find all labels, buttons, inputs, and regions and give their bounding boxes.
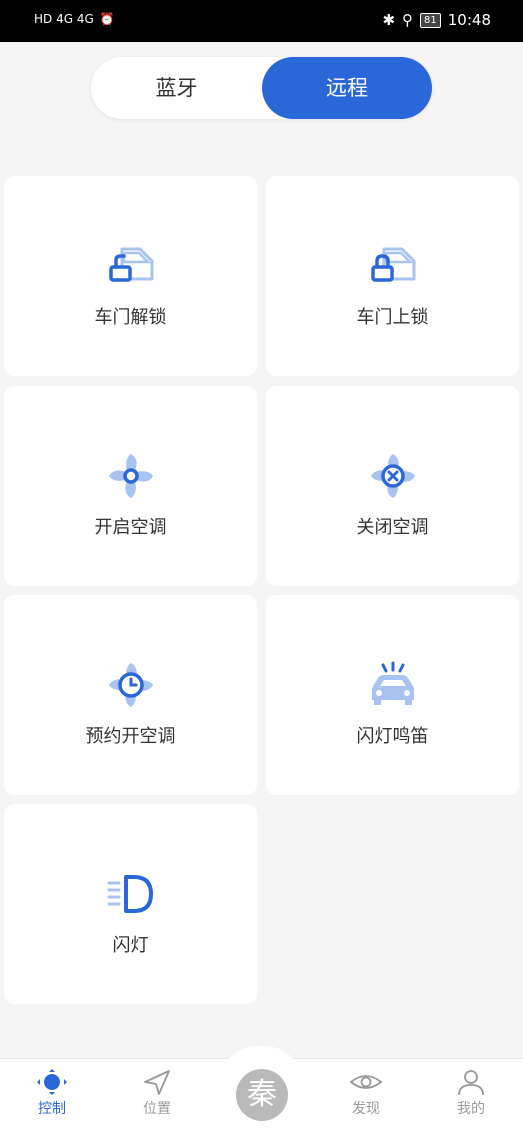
card-headlight[interactable]: 闪灯 (4, 804, 257, 1004)
flash-horn-icon (372, 661, 414, 705)
bluetooth-icon: ✱ (382, 11, 396, 29)
headlight-icon (107, 875, 153, 913)
control-icon (37, 1069, 67, 1095)
user-icon (458, 1070, 484, 1096)
card-flash-horn[interactable]: 闪灯鸣笛 (266, 595, 519, 795)
location-icon: ⚲ (402, 11, 414, 29)
door-unlock-icon (109, 247, 154, 282)
nav-label: 发现 (352, 1101, 380, 1117)
card-door-unlock[interactable]: 车门解锁 (4, 176, 257, 376)
network-indicator: HD 4G 4G (34, 12, 94, 26)
card-label: 预约开空调 (85, 726, 176, 747)
mode-bluetooth-button[interactable]: 蓝牙 (91, 57, 262, 119)
ac-schedule-icon (109, 663, 153, 707)
card-label: 开启空调 (94, 517, 167, 538)
door-lock-icon (371, 247, 416, 282)
nav-label: 我的 (457, 1101, 485, 1117)
card-label: 车门解锁 (94, 307, 167, 328)
status-bar: HD 4G 4G ⏰ ✱ ⚲ 81 10:48 (0, 0, 523, 42)
ac-on-icon (109, 454, 153, 498)
mode-remote-button[interactable]: 远程 (262, 57, 432, 119)
alarm-icon: ⏰ (99, 12, 115, 26)
battery-indicator: 81 (420, 12, 441, 28)
nav-discover[interactable]: 发现 (331, 1068, 401, 1118)
center-logo-button[interactable]: 秦 (236, 1069, 288, 1121)
card-label: 关闭空调 (356, 517, 429, 538)
card-label: 车门上锁 (356, 307, 429, 328)
nav-label: 控制 (38, 1101, 66, 1117)
card-ac-off[interactable]: 关闭空调 (266, 386, 519, 586)
card-ac-on[interactable]: 开启空调 (4, 386, 257, 586)
nav-control[interactable]: 控制 (17, 1068, 87, 1118)
navigation-arrow-icon (144, 1070, 170, 1095)
eye-icon (349, 1075, 383, 1089)
status-right: ✱ ⚲ 81 10:48 (382, 11, 491, 29)
card-label: 闪灯 (112, 935, 149, 956)
nav-label: 位置 (143, 1101, 171, 1117)
mode-toggle: 蓝牙 远程 (91, 57, 432, 119)
nav-mine[interactable]: 我的 (436, 1068, 506, 1118)
nav-location[interactable]: 位置 (122, 1068, 192, 1118)
card-door-lock[interactable]: 车门上锁 (266, 176, 519, 376)
ac-off-icon (371, 454, 415, 498)
card-ac-schedule[interactable]: 预约开空调 (4, 595, 257, 795)
clock: 10:48 (447, 11, 491, 29)
status-left: HD 4G 4G ⏰ (34, 12, 115, 26)
card-label: 闪灯鸣笛 (356, 726, 429, 747)
